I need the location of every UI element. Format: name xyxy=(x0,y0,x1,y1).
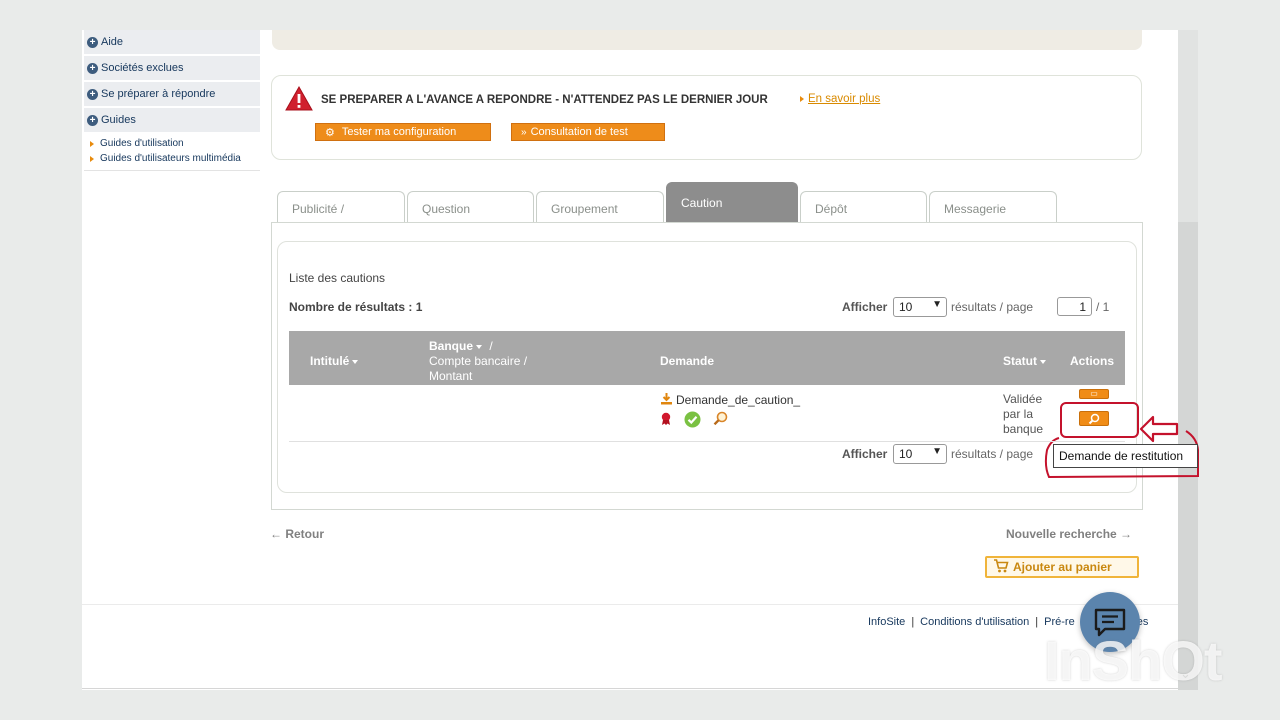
col-demande: Demande xyxy=(660,354,715,368)
status-text: Validée par la banque xyxy=(1003,392,1043,437)
footer-divider xyxy=(82,604,1178,605)
tab-question[interactable]: Question xyxy=(407,191,534,222)
cart-button-label: Ajouter au panier xyxy=(1013,560,1112,574)
per-page-label-bottom: résultats / page xyxy=(951,447,1034,461)
footer-link-pre-requis[interactable]: Pré-re xyxy=(1044,616,1075,628)
double-chevron-icon: » xyxy=(521,126,527,138)
sidebar-item-societes-exclues[interactable]: + Sociétés exclues xyxy=(84,56,260,80)
col-compte: Compte bancaire / xyxy=(429,354,528,368)
footer-link-conditions[interactable]: Conditions d'utilisation xyxy=(920,616,1029,628)
chevron-down-icon: ▼ xyxy=(932,299,942,310)
footer-separator: | xyxy=(1035,616,1039,628)
button-label: Tester ma configuration xyxy=(341,126,457,138)
sidebar-sub-guides-multimedia[interactable]: Guides d'utilisateurs multimédia xyxy=(90,151,260,166)
sidebar-item-label: Sociétés exclues xyxy=(101,62,184,74)
list-title: Liste des cautions xyxy=(289,271,386,285)
sidebar-item-label: Se préparer à répondre xyxy=(101,88,216,100)
sidebar-item-se-preparer[interactable]: + Se préparer à répondre xyxy=(84,82,260,106)
col-montant: Montant xyxy=(429,369,473,383)
sort-caret-icon xyxy=(476,344,483,349)
consultation-test-button[interactable]: » Consultation de test xyxy=(511,123,665,141)
chevron-down-icon: ▼ xyxy=(932,446,942,457)
plus-circle-icon: + xyxy=(87,62,98,74)
col-label: Intitulé xyxy=(310,354,350,368)
tab-publicite[interactable]: Publicité / xyxy=(277,191,405,222)
sidebar-sub-guides-utilisation[interactable]: Guides d'utilisation xyxy=(90,136,260,151)
afficher-label-bottom: Afficher xyxy=(842,447,888,461)
col-statut[interactable]: Statut xyxy=(1003,354,1046,368)
triangle-bullet-icon xyxy=(90,140,94,147)
page-total: / 1 xyxy=(1096,300,1110,314)
tab-messagerie[interactable]: Messagerie xyxy=(929,191,1057,222)
alert-text: SE PREPARER A L'AVANCE A REPONDRE - N'AT… xyxy=(321,94,768,106)
tab-caution[interactable]: Caution xyxy=(666,182,798,222)
scrollbar-thumb[interactable] xyxy=(1178,30,1198,222)
table-header: Intitulé Banque / Compte bancaire / Mont… xyxy=(289,331,1125,385)
action-button-top[interactable]: ▭ xyxy=(1079,389,1109,399)
per-page-select[interactable]: 10 ▼ xyxy=(893,297,947,317)
inshot-watermark: InShOt xyxy=(1044,629,1223,692)
footer-bottom-divider xyxy=(82,688,1178,689)
warning-triangle-icon xyxy=(285,85,313,116)
col-separator: / xyxy=(489,339,493,353)
status-line: banque xyxy=(1003,422,1044,436)
table-row-divider xyxy=(289,441,1125,442)
printer-icon: ▭ xyxy=(1090,389,1098,398)
triangle-bullet-icon xyxy=(90,155,94,162)
col-actions: Actions xyxy=(1070,354,1115,368)
per-page-select-bottom[interactable]: 10 ▼ xyxy=(893,444,947,464)
restitution-tooltip: Demande de restitution xyxy=(1053,444,1198,468)
per-page-label: résultats / page xyxy=(951,300,1034,314)
footer-link-infosite[interactable]: InfoSite xyxy=(868,616,905,628)
back-link[interactable]: ← Retour xyxy=(270,527,324,541)
sub-link-label: Guides d'utilisation xyxy=(100,138,184,149)
magnifier-icon[interactable] xyxy=(713,411,728,431)
demande-file-link[interactable]: Demande_de_caution_ xyxy=(660,392,800,408)
sidebar-item-guides[interactable]: + Guides xyxy=(84,108,260,132)
page-number-input[interactable]: 1 xyxy=(1057,297,1092,316)
config-icon: ⚙ xyxy=(325,126,335,139)
demande-file-name: Demande_de_caution_ xyxy=(676,393,801,407)
sort-caret-icon xyxy=(352,359,359,364)
sidebar: + Aide + Sociétés exclues + Se préparer … xyxy=(84,30,260,171)
footer-separator: | xyxy=(911,616,915,628)
results-count: Nombre de résultats : 1 xyxy=(289,300,423,314)
plus-circle-icon: + xyxy=(87,36,98,48)
select-value: 10 xyxy=(899,300,913,314)
cart-icon xyxy=(993,558,1009,576)
download-icon xyxy=(660,392,673,408)
check-circle-icon[interactable] xyxy=(684,411,701,433)
col-intitule[interactable]: Intitulé xyxy=(310,354,359,368)
add-to-cart-button[interactable]: Ajouter au panier xyxy=(985,556,1139,578)
triangle-bullet-icon xyxy=(800,96,804,102)
learn-more-label: En savoir plus xyxy=(808,93,881,105)
sidebar-item-label: Aide xyxy=(101,36,124,48)
sidebar-item-aide[interactable]: + Aide xyxy=(84,30,260,54)
sidebar-item-label: Guides xyxy=(101,114,136,126)
status-line: Validée xyxy=(1003,392,1043,406)
test-configuration-button[interactable]: ⚙ Tester ma configuration xyxy=(315,123,491,141)
select-value: 10 xyxy=(899,447,913,461)
afficher-label: Afficher xyxy=(842,300,888,314)
alert-box: SE PREPARER A L'AVANCE A REPONDRE - N'AT… xyxy=(271,75,1142,160)
button-label: Consultation de test xyxy=(530,126,628,138)
status-line: par la xyxy=(1003,407,1034,421)
top-banner-strip xyxy=(272,30,1142,50)
col-banque[interactable]: Banque / xyxy=(429,339,493,353)
sub-link-label: Guides d'utilisateurs multimédia xyxy=(100,153,241,164)
sort-caret-icon xyxy=(1040,359,1046,364)
new-search-link[interactable]: Nouvelle recherche → xyxy=(1006,527,1132,541)
tab-depot[interactable]: Dépôt xyxy=(800,191,927,222)
col-label: Banque xyxy=(429,339,474,353)
learn-more-link[interactable]: En savoir plus xyxy=(800,93,880,105)
col-label: Statut xyxy=(1003,354,1037,368)
plus-circle-icon: + xyxy=(87,114,98,126)
tab-groupement[interactable]: Groupement xyxy=(536,191,664,222)
ribbon-icon[interactable] xyxy=(660,412,672,431)
guides-submenu: Guides d'utilisation Guides d'utilisateu… xyxy=(84,134,260,171)
plus-circle-icon: + xyxy=(87,88,98,100)
